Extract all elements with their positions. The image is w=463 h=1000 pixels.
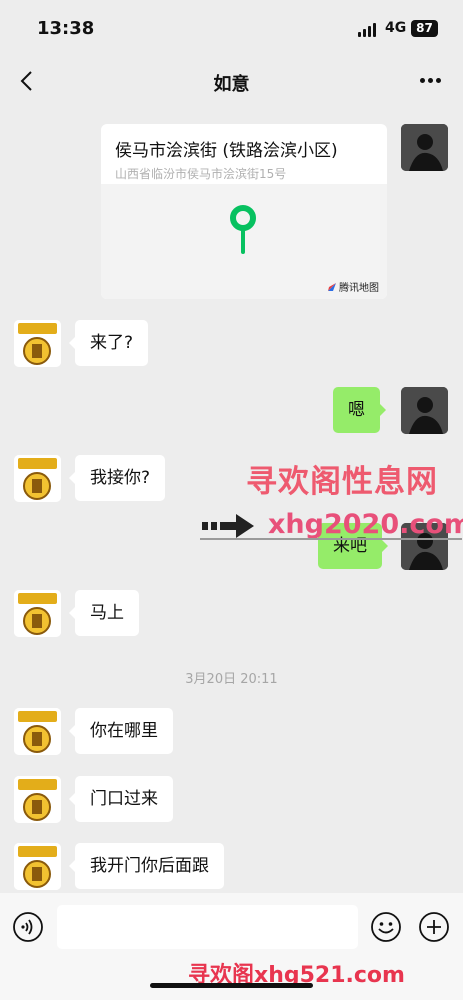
message-input[interactable] [57,905,358,949]
status-bar: 13:38 4G 87 [0,0,463,58]
voice-icon[interactable] [12,911,44,943]
avatar-contact-image [14,843,61,890]
message-bubble-received[interactable]: 我开门你后面跟 [69,843,224,889]
location-map: 腾讯地图 [101,184,387,299]
map-pin-icon [230,205,256,254]
avatar-contact[interactable] [14,776,61,823]
message-bubble-received[interactable]: 马上 [69,590,139,636]
watermark-site-name: 寻欢阁性息网 [246,464,438,500]
more-icon[interactable] [420,78,442,84]
message-timestamp: 3月20日 20:11 [185,672,278,687]
message-bubble-received[interactable]: 你在哪里 [69,708,173,754]
watermark-site-url: xhg2020.com [268,509,463,540]
location-name: 侯马市浍滨街 (铁路浍滨小区) [115,141,338,161]
tencent-map-icon [328,283,336,291]
message-bubble-received[interactable]: 来了? [68,320,149,366]
chat-title: 如意 [213,74,250,95]
avatar-self[interactable] [401,387,448,434]
avatar-contact-image [14,590,61,637]
avatar-self-image [401,387,448,434]
avatar-contact[interactable] [14,843,61,890]
message-bubble-sent[interactable]: 嗯 [333,387,386,433]
signal-icon [358,23,378,37]
map-brand-label: 腾讯地图 [339,283,379,294]
battery-icon: 87 [411,20,438,37]
map-brand: 腾讯地图 [327,279,379,294]
watermark-ruler [200,538,462,540]
message-bubble-received[interactable]: 门口过来 [69,776,173,822]
avatar-contact[interactable] [14,708,61,755]
avatar-self-image [401,124,448,171]
avatar-contact[interactable] [14,590,61,637]
home-indicator[interactable] [150,983,313,988]
emoji-icon[interactable] [370,911,402,943]
message-bubble-received[interactable]: 我接你? [68,455,166,501]
avatar-self[interactable] [401,124,448,171]
avatar-contact[interactable] [14,320,61,367]
avatar-contact-image [14,320,61,367]
avatar-contact-image [14,776,61,823]
status-time: 13:38 [37,18,95,39]
plus-icon[interactable] [418,911,450,943]
avatar-contact[interactable] [14,455,61,502]
location-card[interactable]: 侯马市浍滨街 (铁路浍滨小区) 山西省临汾市侯马市浍滨街15号 腾讯地图 [101,124,387,299]
nav-bar: 如意 [0,58,463,104]
location-address: 山西省临汾市侯马市浍滨街15号 [115,167,287,181]
avatar-contact-image [14,708,61,755]
avatar-contact-image [14,455,61,502]
network-type: 4G [385,20,407,36]
